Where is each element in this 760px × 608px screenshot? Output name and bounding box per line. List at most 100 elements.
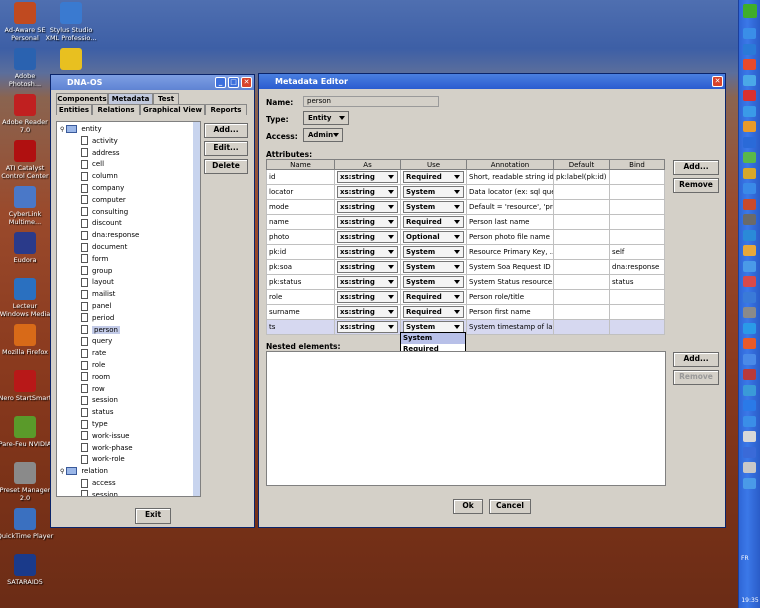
tab-graphical-view[interactable]: Graphical View: [140, 104, 205, 115]
table-cell[interactable]: ts: [266, 319, 335, 335]
tree-folder[interactable]: ⚲ relation: [60, 465, 108, 477]
use-select[interactable]: System: [403, 261, 464, 273]
column-header[interactable]: Annotation: [466, 159, 554, 170]
table-cell[interactable]: status: [609, 274, 665, 290]
desktop-icon[interactable]: Pare-Feu NVIDIA: [0, 416, 54, 448]
clock[interactable]: 19:35: [740, 597, 760, 604]
tray-icon[interactable]: [743, 291, 756, 303]
table-cell[interactable]: xs:string: [334, 274, 401, 290]
tray-icon[interactable]: [743, 121, 756, 132]
table-cell[interactable]: role: [266, 289, 335, 305]
tree-folder[interactable]: ⚲ entity: [60, 123, 102, 135]
table-cell[interactable]: Short, readable string id...: [466, 169, 554, 185]
add-attribute-button[interactable]: Add...: [673, 160, 719, 175]
as-type-select[interactable]: xs:string: [337, 201, 398, 213]
tree-item[interactable]: query: [81, 335, 112, 347]
column-header[interactable]: Default: [553, 159, 610, 170]
table-cell[interactable]: pk:status: [266, 274, 335, 290]
desktop-icon[interactable]: Preset Manager 2.0: [0, 462, 54, 502]
table-cell[interactable]: self: [609, 244, 665, 260]
table-cell[interactable]: [553, 274, 610, 290]
tab-entities[interactable]: Entities: [56, 104, 92, 115]
tray-icon[interactable]: [743, 59, 756, 70]
table-cell[interactable]: xs:string: [334, 214, 401, 230]
tree-item[interactable]: panel: [81, 300, 111, 312]
tree-item[interactable]: activity: [81, 135, 118, 147]
as-type-select[interactable]: xs:string: [337, 261, 398, 273]
close-icon[interactable]: ✕: [241, 77, 252, 88]
tree-item[interactable]: room: [81, 371, 110, 383]
tree-item[interactable]: group: [81, 265, 112, 277]
attributes-table[interactable]: Name As Use Annotation Default Bind id xs:stri…: [266, 159, 665, 335]
tree-item[interactable]: person: [81, 324, 120, 336]
tray-icon[interactable]: [743, 307, 756, 318]
desktop-icon[interactable]: Stylus Studio XML Professio...: [42, 2, 100, 42]
dropdown-option[interactable]: System: [401, 333, 465, 344]
as-type-select[interactable]: xs:string: [337, 246, 398, 258]
desktop-icon[interactable]: Nero StartSmart: [0, 370, 54, 402]
language-indicator[interactable]: FR: [741, 555, 749, 562]
tree-item[interactable]: period: [81, 312, 114, 324]
table-cell[interactable]: name: [266, 214, 335, 230]
use-select[interactable]: System: [403, 201, 464, 213]
table-cell[interactable]: [609, 229, 665, 245]
table-cell[interactable]: xs:string: [334, 199, 401, 215]
use-select[interactable]: Required: [403, 216, 464, 228]
editor-titlebar[interactable]: Metadata Editor ✕: [259, 74, 725, 89]
tree-item[interactable]: cell: [81, 158, 104, 170]
table-cell[interactable]: [609, 319, 665, 335]
table-row[interactable]: surname xs:string Required Person first nam…: [266, 304, 665, 320]
tab-components[interactable]: Components: [56, 93, 108, 104]
tab-test[interactable]: Test: [153, 93, 179, 104]
tray-icon[interactable]: [743, 152, 756, 163]
tree-item[interactable]: layout: [81, 276, 114, 288]
tray-icon[interactable]: [743, 74, 756, 86]
desktop-icon[interactable]: CyberLink Multime...: [0, 186, 54, 226]
table-cell[interactable]: xs:string: [334, 169, 401, 185]
table-cell[interactable]: [553, 289, 610, 305]
table-cell[interactable]: Person role/title: [466, 289, 554, 305]
use-select[interactable]: System: [403, 276, 464, 288]
tray-icon[interactable]: [743, 462, 756, 473]
table-cell[interactable]: pk:id: [266, 244, 335, 260]
tray-icon[interactable]: [743, 229, 756, 241]
table-cell[interactable]: Person last name: [466, 214, 554, 230]
desktop-icon[interactable]: Eudora: [0, 232, 54, 264]
exit-button[interactable]: Exit: [135, 508, 171, 524]
desktop-icon[interactable]: QuickTime Player: [0, 508, 54, 540]
table-cell[interactable]: [553, 304, 610, 320]
tray-icon[interactable]: [743, 415, 756, 427]
tray-icon[interactable]: [743, 369, 756, 380]
table-row[interactable]: mode xs:string System Default = 'resource',…: [266, 199, 665, 215]
tray-icon[interactable]: [743, 446, 756, 458]
table-cell[interactable]: xs:string: [334, 184, 401, 200]
nested-elements-panel[interactable]: [266, 351, 666, 486]
tree-item[interactable]: work-role: [81, 453, 125, 465]
table-cell[interactable]: xs:string: [334, 259, 401, 275]
tree-item[interactable]: work-issue: [81, 430, 129, 442]
table-cell[interactable]: [609, 304, 665, 320]
use-select[interactable]: System: [403, 246, 464, 258]
tree-item[interactable]: dna:response: [81, 229, 139, 241]
name-field[interactable]: person: [303, 96, 439, 107]
use-select[interactable]: Required: [403, 171, 464, 183]
table-cell[interactable]: System Status resource...: [466, 274, 554, 290]
table-cell[interactable]: [553, 244, 610, 260]
column-header[interactable]: Use: [400, 159, 467, 170]
as-type-select[interactable]: xs:string: [337, 171, 398, 183]
tray-icon[interactable]: [743, 136, 756, 148]
table-cell[interactable]: Required: [400, 304, 467, 320]
tray-icon[interactable]: [743, 353, 756, 365]
tray-icon[interactable]: [743, 28, 756, 39]
tree-item[interactable]: rate: [81, 347, 106, 359]
table-cell[interactable]: locator: [266, 184, 335, 200]
table-cell[interactable]: System timestamp of la...: [466, 319, 554, 335]
table-cell[interactable]: [609, 184, 665, 200]
table-cell[interactable]: mode: [266, 199, 335, 215]
desktop-icon[interactable]: Adobe Reader 7.0: [0, 94, 54, 134]
tree-item[interactable]: address: [81, 147, 120, 159]
tree-item[interactable]: row: [81, 383, 105, 395]
desktop-icon[interactable]: Lecteur Windows Media: [0, 278, 54, 318]
table-cell[interactable]: xs:string: [334, 244, 401, 260]
table-cell[interactable]: Person photo file name: [466, 229, 554, 245]
